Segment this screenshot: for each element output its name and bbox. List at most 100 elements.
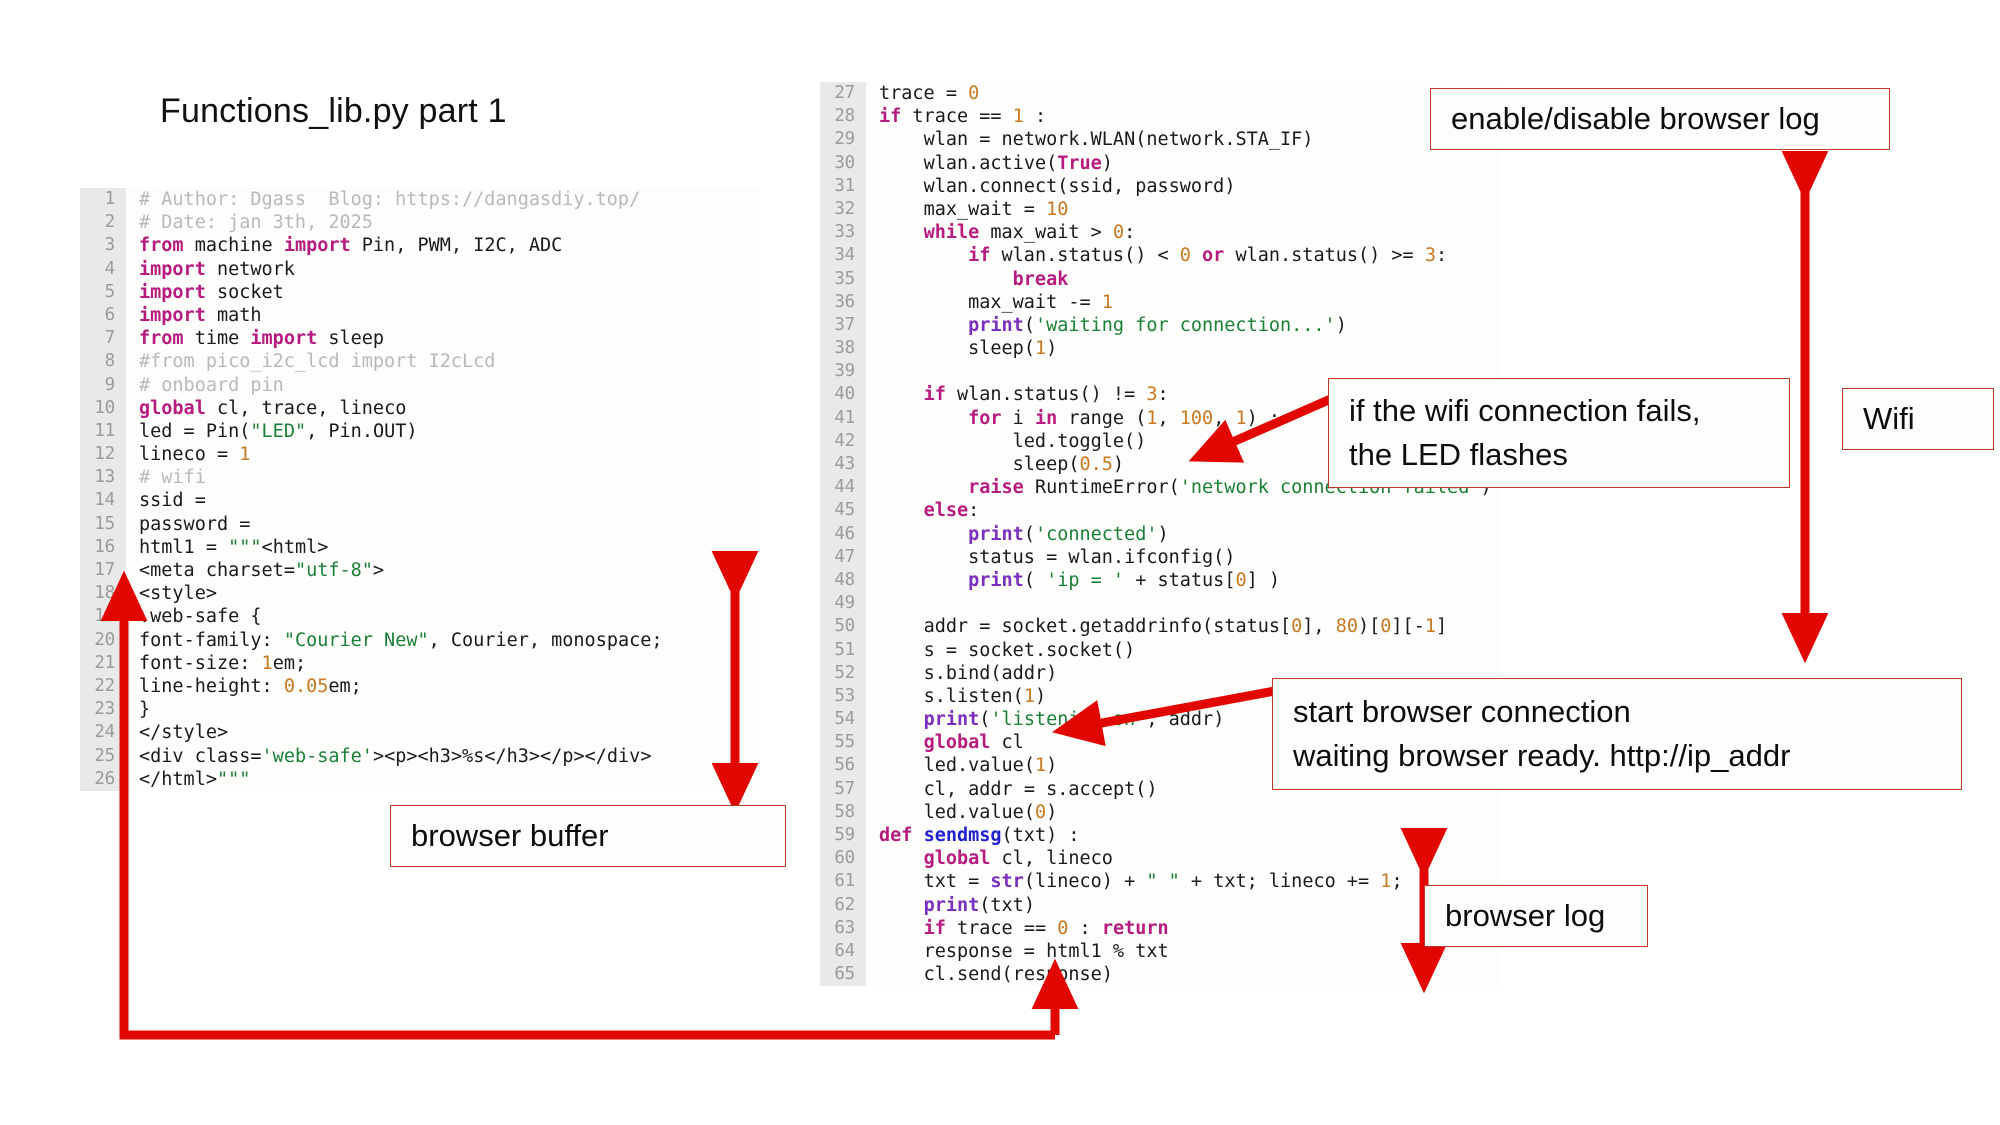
code-text: #from pico_i2c_lcd import I2cLcd — [139, 351, 496, 373]
code-text: wlan.connect(ssid, password) — [923, 175, 1236, 197]
line-number: 24 — [80, 721, 126, 745]
line-number: 4 — [80, 257, 126, 281]
code-text: s.bind(addr) — [923, 662, 1058, 684]
line-number: 43 — [820, 453, 866, 477]
line-number: 49 — [820, 592, 866, 616]
code-line: 63 if trace == 0 : return — [820, 916, 1500, 940]
code-line: 12 lineco = 1 — [80, 443, 760, 467]
line-number: 51 — [820, 638, 866, 662]
line-number: 36 — [820, 290, 866, 314]
code-text: if wlan.status() < 0 or wlan.status() >=… — [968, 245, 1448, 267]
line-number: 18 — [80, 582, 126, 606]
code-line: 6 import math — [80, 303, 760, 328]
code-line: 27 trace = 0 — [820, 82, 1500, 106]
line-number: 1 — [80, 188, 126, 212]
code-text: sleep(1) — [968, 338, 1058, 360]
code-text: sleep(0.5) — [1012, 454, 1125, 475]
line-number: 7 — [80, 327, 126, 351]
code-text: response = html1 % txt — [923, 940, 1169, 962]
code-text: break — [1012, 268, 1069, 290]
code-line: 14 ssid = — [80, 489, 760, 513]
line-number: 64 — [820, 939, 866, 964]
code-line: 45 else: — [820, 499, 1500, 523]
line-number: 39 — [820, 360, 866, 384]
line-number: 12 — [80, 443, 126, 467]
code-text: <style> — [139, 583, 217, 605]
page-title: Functions_lib.py part 1 — [160, 92, 507, 130]
code-text: else: — [923, 500, 980, 522]
code-line: 7 from time import sleep — [80, 327, 760, 351]
code-text: print('connected') — [968, 523, 1169, 545]
code-line: 18 <style> — [80, 582, 760, 606]
line-number: 53 — [820, 684, 866, 709]
line-number: 37 — [820, 313, 866, 338]
code-text: s = socket.socket() — [923, 639, 1136, 661]
line-number: 30 — [820, 151, 866, 175]
code-line: 5 import socket — [80, 280, 760, 304]
code-line: 15 password = — [80, 512, 760, 536]
code-text: led.value(1) — [923, 755, 1058, 777]
line-number: 62 — [820, 893, 866, 917]
code-text: led = Pin("LED", Pin.OUT) — [139, 420, 418, 442]
line-number: 47 — [820, 545, 866, 569]
code-line: 28 if trace == 1 : — [820, 105, 1500, 129]
callout-wifi: Wifi — [1842, 388, 1994, 450]
code-text: for i in range (1, 100, 1) : — [968, 407, 1281, 429]
line-number: 34 — [820, 244, 866, 268]
code-line: 58 led.value(0) — [820, 800, 1500, 825]
code-block-left: 1 # Author: Dgass Blog: https://dangasdiy… — [80, 188, 760, 791]
code-text: # wifi — [139, 467, 206, 489]
line-number: 3 — [80, 234, 126, 258]
callout-wifi-connection-fails: if the wifi connection fails, the LED fl… — [1328, 378, 1790, 488]
line-number: 25 — [80, 744, 126, 768]
line-number: 23 — [80, 698, 126, 722]
code-line: 36 max_wait -= 1 — [820, 290, 1500, 314]
code-line: 35 break — [820, 267, 1500, 291]
code-text: if trace == 1 : — [879, 106, 1047, 128]
code-line: 16 html1 = """<html> — [80, 535, 760, 560]
code-text: html1 = """<html> — [139, 536, 329, 558]
line-number: 17 — [80, 559, 126, 583]
code-text: s.listen(1) — [923, 685, 1047, 707]
code-line: 47 status = wlan.ifconfig() — [820, 545, 1500, 569]
code-line: 17 <meta charset="utf-8"> — [80, 559, 760, 583]
code-text: <meta charset="utf-8"> — [139, 560, 385, 581]
line-number: 63 — [820, 916, 866, 940]
line-number: 28 — [820, 105, 866, 129]
code-line: 30 wlan.active(True) — [820, 151, 1500, 175]
line-number: 56 — [820, 754, 866, 778]
code-line: 62 print(txt) — [820, 893, 1500, 917]
code-line: 24 </style> — [80, 721, 760, 745]
line-number: 31 — [820, 174, 866, 198]
code-text: print(txt) — [923, 894, 1035, 916]
code-line: 33 while max_wait > 0: — [820, 221, 1500, 245]
code-text: max_wait = 10 — [923, 198, 1069, 220]
line-number: 40 — [820, 383, 866, 407]
line-number: 44 — [820, 476, 866, 500]
code-line: 51 s = socket.socket() — [820, 638, 1500, 662]
code-text: global cl, trace, lineco — [139, 397, 407, 419]
code-line: 4 import network — [80, 257, 760, 281]
code-text: # Date: jan 3th, 2025 — [139, 212, 373, 234]
code-line: 46 print('connected') — [820, 522, 1500, 546]
code-line: 29 wlan = network.WLAN(network.STA_IF) — [820, 128, 1500, 152]
callout-browser-buffer: browser buffer — [390, 805, 786, 867]
code-line: 38 sleep(1) — [820, 337, 1500, 361]
code-text: led.value(0) — [923, 801, 1058, 823]
code-text: def sendmsg(txt) : — [879, 825, 1080, 846]
line-number: 57 — [820, 777, 866, 801]
code-text: import network — [139, 258, 295, 280]
code-text: status = wlan.ifconfig() — [968, 546, 1236, 568]
code-text: print( 'ip = ' + status[0] ) — [968, 569, 1281, 591]
code-text: global cl, lineco — [923, 848, 1113, 870]
line-number: 58 — [820, 800, 866, 825]
code-line: 49 — [820, 592, 1500, 616]
code-line: 20 font-family: "Courier New", Courier, m… — [80, 628, 760, 652]
code-line: 21 font-size: 1em; — [80, 651, 760, 675]
code-text: import socket — [139, 281, 284, 303]
line-number: 10 — [80, 396, 126, 420]
code-text: cl, addr = s.accept() — [923, 778, 1158, 800]
code-line: 31 wlan.connect(ssid, password) — [820, 174, 1500, 198]
code-text: print('listening on', addr) — [923, 709, 1225, 731]
